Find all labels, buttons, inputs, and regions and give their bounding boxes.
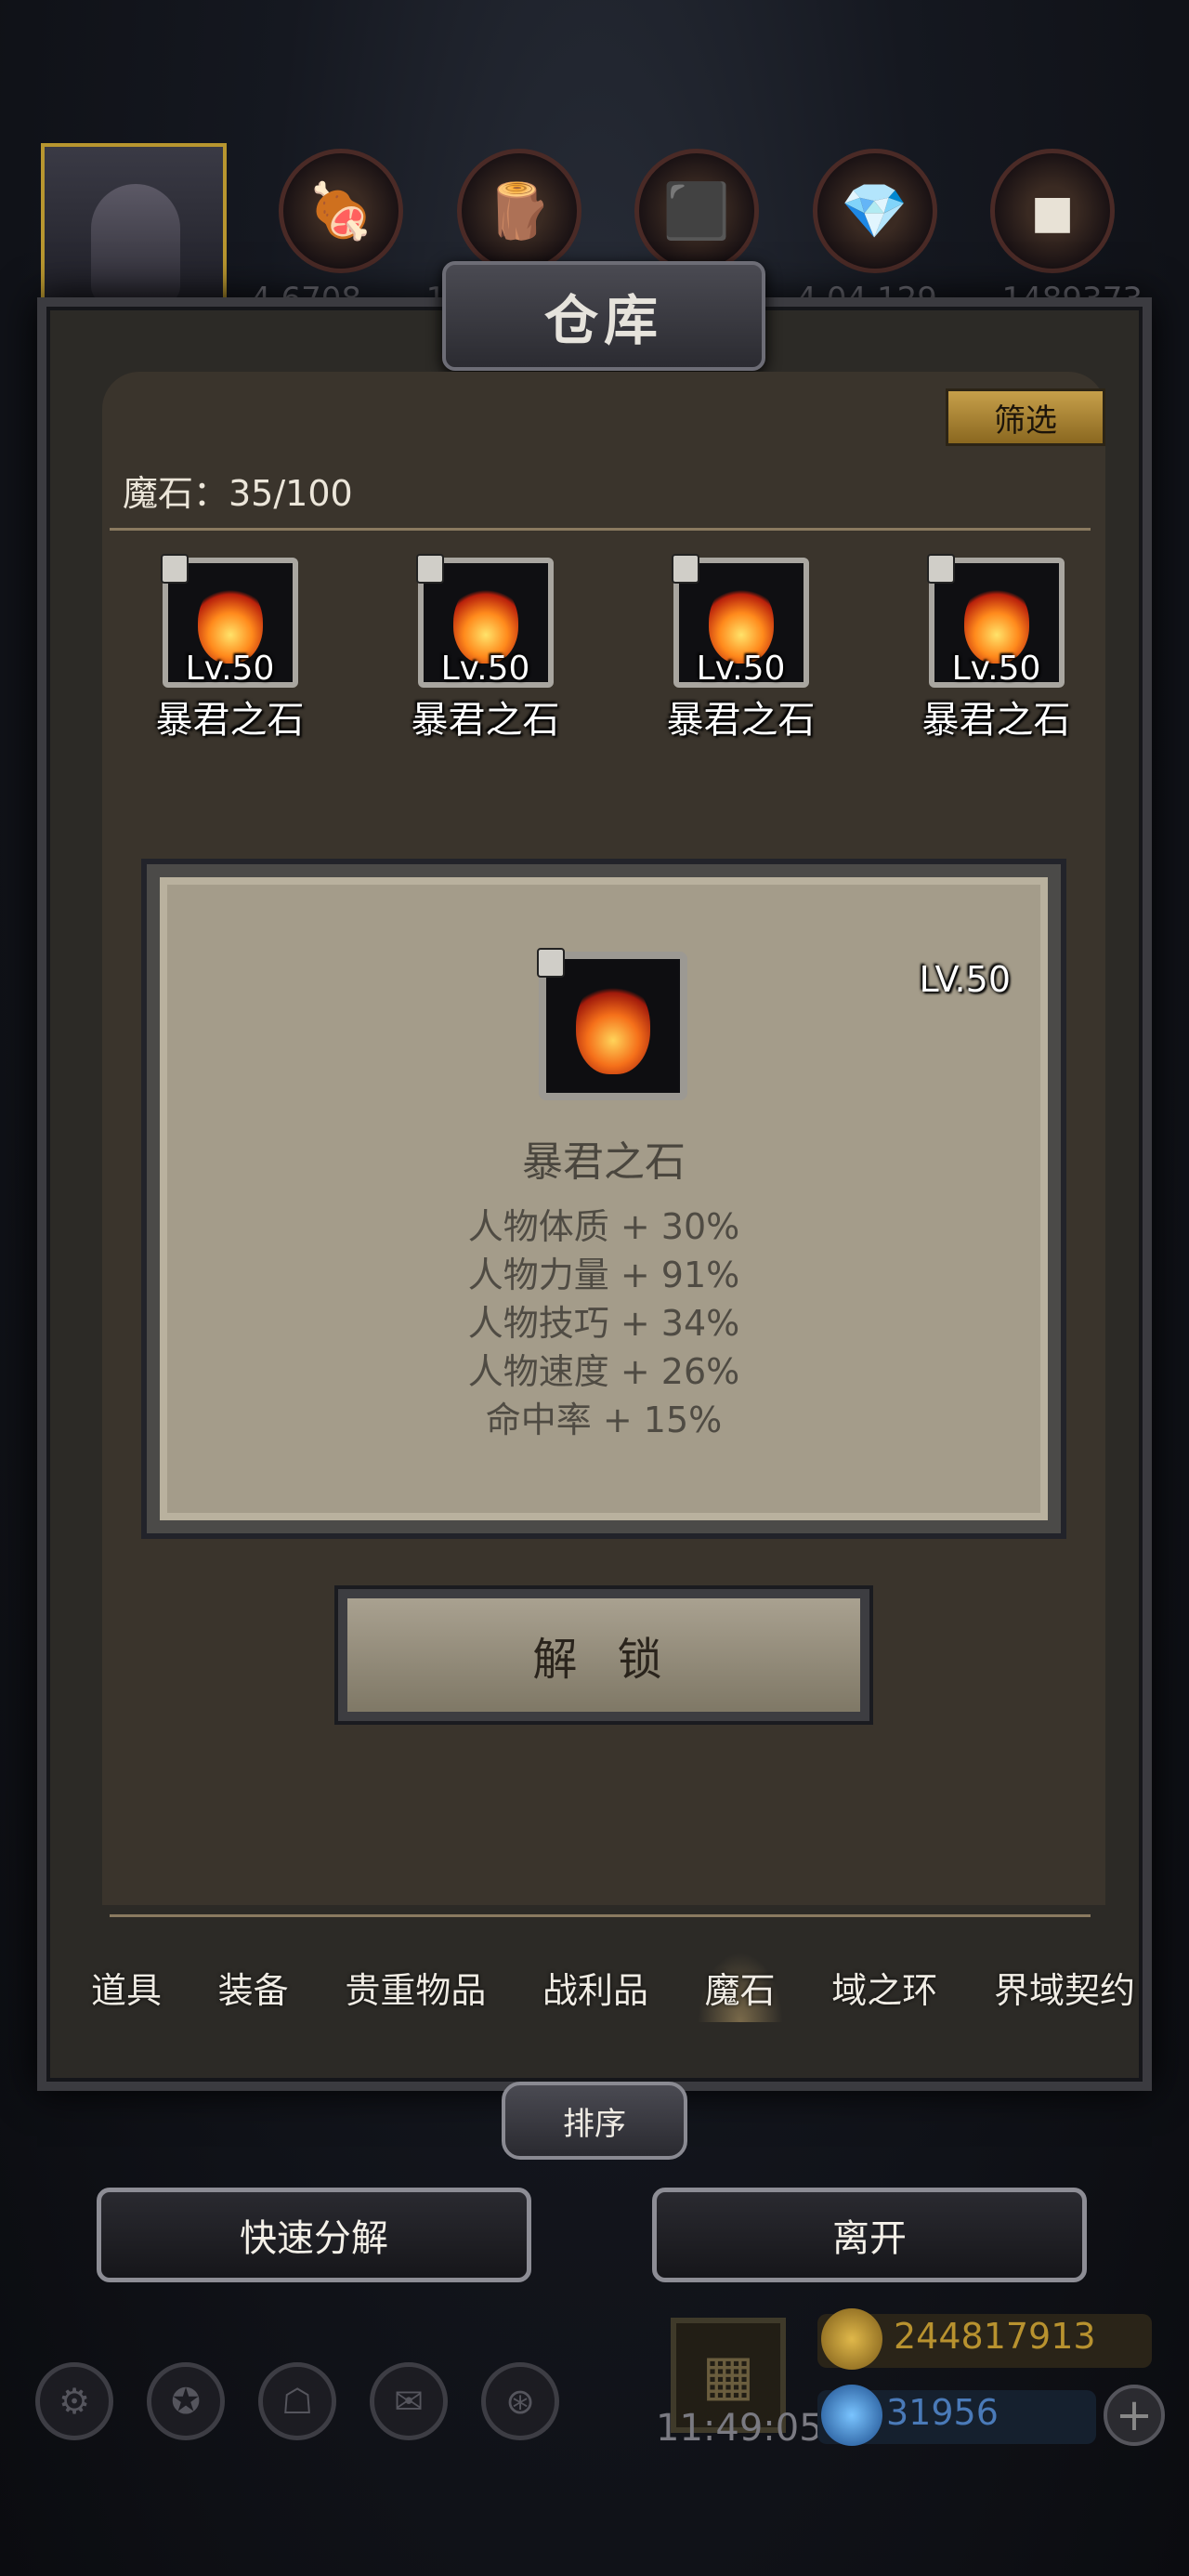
sort-button[interactable]: 排序 <box>502 2082 687 2160</box>
attribute-line: 人物力量 + 91% <box>467 1255 740 1295</box>
title-plate: 仓库 <box>442 261 765 371</box>
mail-icon[interactable]: ✉ <box>370 2362 448 2440</box>
gold-coin-icon <box>821 2308 882 2370</box>
stone-level: Lv.50 <box>696 650 786 688</box>
tab-equipment[interactable]: 装备 <box>211 1952 296 2022</box>
lock-icon <box>537 948 565 978</box>
tab-loot[interactable]: 战利品 <box>535 1952 656 2022</box>
window-title: 仓库 <box>543 289 663 352</box>
stone-capacity: 魔石：35/100 <box>123 473 353 514</box>
unlock-button[interactable]: 解 锁 <box>338 1589 869 1721</box>
quick-decompose-button[interactable]: 快速分解 <box>97 2188 531 2282</box>
attribute-list: 人物体质 + 30% 人物力量 + 91% 人物技巧 + 34% 人物速度 + … <box>160 1203 1048 1444</box>
clock: 11:49:05 <box>656 2407 823 2450</box>
window-header: 仓库 <box>46 251 1161 381</box>
category-tabs: 道具 装备 贵重物品 战利品 魔石 域之环 界域契约 <box>84 1931 1143 2043</box>
stone-slot[interactable]: Lv.50 <box>160 554 298 688</box>
filter-button[interactable]: 筛选 <box>946 388 1105 446</box>
tab-domain-ring[interactable]: 域之环 <box>824 1952 945 2022</box>
map-icon[interactable]: ⊛ <box>481 2362 559 2440</box>
attribute-line: 人物速度 + 26% <box>467 1351 740 1392</box>
gem-amount: 31956 <box>886 2392 999 2433</box>
stone-level: Lv.50 <box>951 650 1041 688</box>
star-icon[interactable]: ✪ <box>147 2362 225 2440</box>
tab-magic-stone[interactable]: 魔石 <box>697 1952 783 2022</box>
stone-slot[interactable]: Lv.50 <box>415 554 554 688</box>
stone-list: Lv.50 暴君之石 Lv.50 暴君之石 Lv.50 暴君之石 Lv.50 暴… <box>102 554 1124 743</box>
stone-slot[interactable]: Lv.50 <box>926 554 1065 688</box>
list-item[interactable]: Lv.50 暴君之石 <box>137 554 323 743</box>
attribute-line: 命中率 + 15% <box>485 1400 723 1440</box>
lock-icon <box>671 554 699 584</box>
detail-stone-slot <box>537 948 687 1100</box>
stone-name: 暴君之石 <box>411 699 560 742</box>
gear-icon[interactable]: ⚙ <box>35 2362 113 2440</box>
add-currency-button[interactable]: + <box>1104 2385 1165 2446</box>
stone-slot[interactable]: Lv.50 <box>671 554 809 688</box>
detail-stone-name: 暴君之石 <box>522 1138 686 1186</box>
gold-amount: 244817913 <box>894 2316 1096 2357</box>
list-item[interactable]: Lv.50 暴君之石 <box>904 554 1090 743</box>
tab-items[interactable]: 道具 <box>84 1952 169 2022</box>
detail-level: LV.50 <box>919 959 1011 1000</box>
tab-valuables[interactable]: 贵重物品 <box>337 1952 493 2022</box>
attribute-line: 人物体质 + 30% <box>467 1206 740 1247</box>
bottom-hud-buttons: ⚙ ✪ ☖ ✉ ⊛ <box>35 2362 559 2440</box>
lock-icon <box>415 554 444 584</box>
gate-icon[interactable]: ☖ <box>258 2362 336 2440</box>
stone-name: 暴君之石 <box>155 699 305 742</box>
divider <box>110 528 1091 531</box>
stone-name: 暴君之石 <box>921 699 1071 742</box>
list-item[interactable]: Lv.50 暴君之石 <box>393 554 579 743</box>
tab-realm-contract[interactable]: 界域契约 <box>986 1952 1143 2022</box>
stone-name: 暴君之石 <box>666 699 816 742</box>
list-item[interactable]: Lv.50 暴君之石 <box>648 554 834 743</box>
stone-detail-card: LV.50 暴君之石 人物体质 + 30% 人物力量 + 91% 人物技巧 + … <box>147 864 1061 1533</box>
fire-stone-icon <box>576 978 650 1074</box>
warehouse-window: 仓库 筛选 魔石：35/100 Lv.50 暴君之石 Lv.50 暴君之石 Lv… <box>37 261 1152 2091</box>
lock-icon <box>926 554 955 584</box>
divider <box>110 1914 1091 1917</box>
lock-icon <box>160 554 189 584</box>
gem-icon <box>821 2385 882 2446</box>
stone-level: Lv.50 <box>185 650 275 688</box>
leave-button[interactable]: 离开 <box>652 2188 1087 2282</box>
stone-level: Lv.50 <box>440 650 530 688</box>
attribute-line: 人物技巧 + 34% <box>467 1303 740 1344</box>
